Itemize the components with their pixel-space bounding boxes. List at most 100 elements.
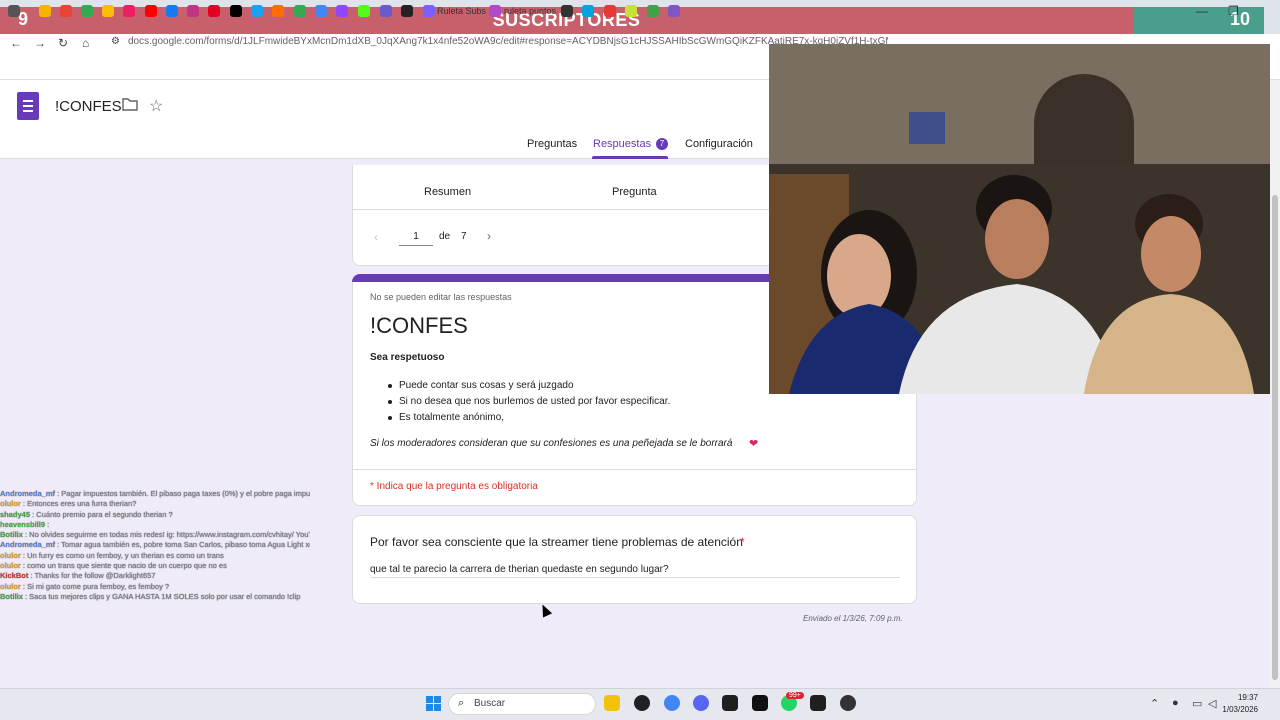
chat-text: : Saca tus mejores clips y GANA HASTA 1M… bbox=[22, 591, 301, 601]
clock-time[interactable]: 19:37 bbox=[1218, 693, 1258, 702]
drive-icon[interactable] bbox=[39, 5, 51, 17]
chat-text: : Un furry es como un femboy, y un theri… bbox=[20, 550, 224, 560]
chat-text: : bbox=[45, 519, 50, 529]
forward-icon[interactable]: → bbox=[34, 36, 46, 50]
bookmark-icon[interactable] bbox=[582, 5, 594, 17]
chat-message: olulor : Entonces eres una furra therian… bbox=[0, 499, 310, 509]
reload-icon[interactable]: ↻ bbox=[58, 36, 68, 50]
youtube-icon[interactable] bbox=[145, 5, 157, 17]
file-explorer-icon[interactable] bbox=[604, 695, 620, 711]
bookmark-icon[interactable] bbox=[123, 5, 135, 17]
facebook-icon[interactable] bbox=[166, 5, 178, 17]
search-icon: ⌕ bbox=[458, 697, 465, 709]
form-title: !CONFES bbox=[370, 313, 468, 338]
bookmark-icon[interactable] bbox=[380, 5, 392, 17]
list-item: Es totalmente anónimo, bbox=[384, 410, 804, 426]
chevron-up-icon[interactable]: ⌃ bbox=[1150, 697, 1159, 710]
next-response-icon[interactable]: › bbox=[487, 229, 491, 243]
site-info-icon[interactable]: ⚙ bbox=[111, 36, 120, 47]
tab-responses[interactable]: Respuestas bbox=[593, 138, 651, 150]
windows-start-icon[interactable] bbox=[426, 696, 441, 711]
instagram-icon[interactable] bbox=[187, 5, 199, 17]
webcam-feed bbox=[769, 44, 1270, 394]
chat-text: : Cuánto premio para el segundo therian … bbox=[30, 509, 173, 519]
capcut-icon[interactable] bbox=[810, 695, 826, 711]
notion-icon[interactable] bbox=[752, 695, 768, 711]
star-icon[interactable]: ☆ bbox=[149, 96, 163, 116]
person-face bbox=[985, 199, 1049, 279]
chat-username: KickBot bbox=[0, 571, 29, 581]
pager-total: 7 bbox=[461, 231, 467, 242]
chatgpt-icon[interactable] bbox=[634, 695, 650, 711]
bookmark-icon[interactable] bbox=[294, 5, 306, 17]
chat-message: Botilix : No olvides seguirme en todas m… bbox=[0, 530, 310, 540]
capcut-icon[interactable] bbox=[722, 695, 738, 711]
previous-response-icon[interactable]: ‹ bbox=[374, 230, 378, 244]
kick-icon[interactable] bbox=[358, 5, 370, 17]
pinterest-icon[interactable] bbox=[208, 5, 220, 17]
chat-text: : Tomar agua también es, pobre toma San … bbox=[55, 540, 310, 550]
subtab-question[interactable]: Pregunta bbox=[612, 186, 657, 198]
bookmark-icon[interactable] bbox=[561, 5, 573, 17]
obs-icon[interactable] bbox=[840, 695, 856, 711]
bookmark-icon[interactable] bbox=[647, 5, 659, 17]
taskbar-search-input[interactable] bbox=[448, 693, 596, 715]
folder-icon[interactable] bbox=[122, 97, 138, 111]
bookmark-ruleta-subs[interactable]: Ruleta Subs bbox=[437, 6, 486, 16]
bookmark-icon[interactable] bbox=[81, 5, 93, 17]
volume-icon[interactable]: ◁ bbox=[1208, 697, 1216, 710]
apps-grid-icon[interactable] bbox=[8, 5, 20, 17]
home-icon[interactable]: ⌂ bbox=[82, 36, 89, 50]
chat-message: shady45 : Cuánto premio para el segundo … bbox=[0, 510, 310, 520]
bookmark-icon[interactable] bbox=[401, 5, 413, 17]
discord-icon[interactable] bbox=[693, 695, 709, 711]
ruleta-puntos-icon[interactable] bbox=[489, 5, 501, 17]
required-asterisk: * bbox=[740, 535, 745, 549]
chat-message: olulor : Si mi gato come pura femboy, es… bbox=[0, 582, 310, 592]
bookmark-icon[interactable] bbox=[251, 5, 263, 17]
gmail-icon[interactable] bbox=[60, 5, 72, 17]
chat-message: Botilix : Saca tus mejores clips y GANA … bbox=[0, 592, 310, 602]
rules-list: Puede contar sus cosas y será juzgado Si… bbox=[384, 378, 804, 426]
minimize-icon[interactable]: — bbox=[1196, 4, 1208, 18]
network-icon[interactable]: ▭ bbox=[1192, 697, 1202, 710]
bookmark-ruleta-puntos[interactable]: ruleta puntos bbox=[504, 6, 556, 16]
bookmark-icon[interactable] bbox=[272, 5, 284, 17]
bookmark-icon[interactable] bbox=[604, 5, 616, 17]
maps-icon[interactable] bbox=[315, 5, 327, 17]
document-title[interactable]: !CONFES bbox=[55, 98, 122, 115]
response-page-input[interactable]: 1 bbox=[399, 224, 433, 246]
heart-icon: ❤ bbox=[749, 438, 759, 450]
chat-message: Andromeda_mf : Pagar impuestos también. … bbox=[0, 489, 310, 499]
chat-username: olulor bbox=[0, 499, 21, 509]
tab-questions[interactable]: Preguntas bbox=[527, 138, 577, 150]
question-card bbox=[352, 515, 917, 604]
twitch-icon[interactable] bbox=[336, 5, 348, 17]
chrome-icon[interactable] bbox=[664, 695, 680, 711]
no-edit-notice: No se pueden editar las respuestas bbox=[370, 292, 512, 302]
tab-settings[interactable]: Configuración bbox=[685, 138, 753, 150]
active-tab-indicator bbox=[592, 156, 668, 159]
person-face bbox=[1141, 216, 1201, 292]
list-item: Si no desea que nos burlemos de usted po… bbox=[384, 394, 804, 410]
stream-chat: Andromeda_mf : Pagar impuestos también. … bbox=[0, 489, 310, 689]
chat-username: olulor bbox=[0, 581, 21, 591]
google-forms-icon[interactable] bbox=[17, 92, 39, 120]
ruleta-subs-icon[interactable] bbox=[423, 5, 435, 17]
back-icon[interactable]: ← bbox=[10, 36, 22, 50]
clock-date[interactable]: 1/03/2026 bbox=[1218, 705, 1258, 714]
form-subtitle: Sea respetuoso bbox=[370, 352, 445, 363]
person-face bbox=[827, 234, 891, 318]
bookmark-icon[interactable] bbox=[102, 5, 114, 17]
scrollbar-thumb[interactable] bbox=[1272, 195, 1278, 680]
maximize-icon[interactable]: ❐ bbox=[1228, 4, 1239, 18]
subtab-summary[interactable]: Resumen bbox=[424, 186, 471, 198]
chat-username: shady45 bbox=[0, 509, 31, 519]
pager-of-label: de bbox=[439, 231, 451, 242]
microphone-icon[interactable]: ● bbox=[1172, 697, 1179, 709]
bookmark-icon[interactable] bbox=[668, 5, 680, 17]
question-label: Por favor sea consciente que la streamer… bbox=[370, 535, 743, 549]
chat-message: olulor : Un furry es como un femboy, y u… bbox=[0, 551, 310, 561]
bookmark-icon[interactable] bbox=[625, 5, 637, 17]
tiktok-icon[interactable] bbox=[230, 5, 242, 17]
